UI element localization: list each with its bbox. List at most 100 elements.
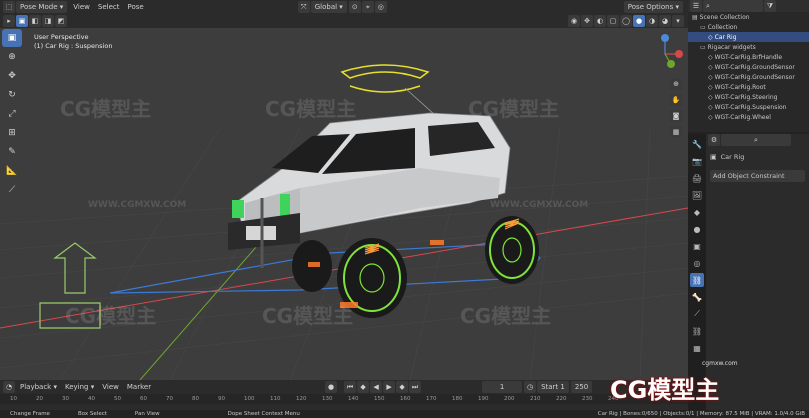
select-invert-icon[interactable]: ◩ <box>55 15 67 27</box>
data-tab-icon[interactable]: 🦴 <box>690 290 704 304</box>
timeline-type-icon[interactable]: ◔ <box>3 381 15 393</box>
grid-view-icon[interactable]: ▦ <box>670 126 682 138</box>
select-subtract-icon[interactable]: ◨ <box>42 15 54 27</box>
timeline-menu-view[interactable]: View <box>98 383 123 391</box>
start-frame-field[interactable]: Start 1 <box>537 381 569 393</box>
jump-start-icon[interactable]: ⏮ <box>344 381 357 393</box>
timeline-menu-marker[interactable]: Marker <box>123 383 155 391</box>
cursor-tool-icon[interactable]: ⊕ <box>2 48 22 66</box>
properties-type-icon[interactable]: ⚙ <box>708 134 720 146</box>
select-mode-icon[interactable]: ▸ <box>3 15 15 27</box>
rotate-tool-icon[interactable]: ↻ <box>2 86 22 104</box>
3d-viewport[interactable]: CG模型主 CG模型主 CG模型主 CG模型主 CG模型主 CG模型主 WWW.… <box>0 28 688 380</box>
outliner-type-icon[interactable]: ☰ <box>690 0 702 12</box>
output-tab-icon[interactable]: 🖨 <box>690 171 704 185</box>
object-icon: ◇ <box>708 73 713 81</box>
next-key-icon[interactable]: ◆ <box>396 381 409 393</box>
scale-tool-icon[interactable]: ⤢ <box>2 105 22 123</box>
object-tab-icon[interactable]: ▣ <box>690 239 704 253</box>
xray-icon[interactable]: ▢ <box>607 15 619 27</box>
outliner-item[interactable]: ▤ Scene Collection <box>688 12 809 22</box>
bone-tool-icon[interactable]: ⟋ <box>2 181 22 199</box>
move-tool-icon[interactable]: ✥ <box>2 67 22 85</box>
menu-select[interactable]: Select <box>94 3 124 11</box>
camera-icon[interactable]: ◙ <box>670 110 682 122</box>
pose-options-dropdown[interactable]: Pose Options ▾ <box>623 1 683 13</box>
outliner-item[interactable]: ◇ Car Rig <box>688 32 809 42</box>
render-tab-icon[interactable]: 📷 <box>690 154 704 168</box>
proportional-icon[interactable]: ◎ <box>374 1 387 13</box>
outliner-item[interactable]: ◇ WGT-CarRig.Root <box>688 82 809 92</box>
bone-tab-icon[interactable]: ⟋ <box>690 307 704 321</box>
measure-tool-icon[interactable]: 📐 <box>2 162 22 180</box>
end-frame-field[interactable]: 250 <box>570 381 593 393</box>
watermark-url: WWW.CGMXW.COM <box>88 200 187 210</box>
zoom-icon[interactable]: ⊕ <box>670 78 682 90</box>
world-tab-icon[interactable]: ● <box>690 222 704 236</box>
outliner-tree: ▤ Scene Collection ▭ Collection ◇ Car Rig ▭… <box>688 12 809 122</box>
shading-render-icon[interactable]: ◕ <box>659 15 671 27</box>
outliner-item[interactable]: ◇ WGT-CarRig.Suspension <box>688 102 809 112</box>
outliner-item-label: Car Rig <box>714 33 737 41</box>
properties-search-input[interactable]: ⌕ <box>721 134 791 146</box>
ruler-tick-label: 120 <box>296 396 307 402</box>
shading-material-icon[interactable]: ◑ <box>646 15 658 27</box>
select-box-icon[interactable]: ▣ <box>16 15 28 27</box>
viewport-nav-buttons: ⊕ ✋ ◙ ▦ <box>670 78 684 138</box>
navigation-gizmo[interactable] <box>645 32 685 72</box>
visibility-icon[interactable]: ◉ <box>568 15 580 27</box>
annotate-tool-icon[interactable]: ✎ <box>2 143 22 161</box>
transform-orientation-dropdown[interactable]: Global ▾ <box>310 1 347 13</box>
scene-tab-icon[interactable]: ◆ <box>690 205 704 219</box>
outliner-item[interactable]: ▭ Collection <box>688 22 809 32</box>
outliner-item[interactable]: ◇ WGT-CarRig.Steering <box>688 92 809 102</box>
add-object-constraint-button[interactable]: Add Object Constraint <box>710 170 805 182</box>
jump-end-icon[interactable]: ⏭ <box>409 381 422 393</box>
menu-view[interactable]: View <box>69 3 94 11</box>
current-frame-field[interactable]: 1 <box>482 381 523 393</box>
timeline-menu-playback[interactable]: Playback ▾ <box>16 383 61 391</box>
watermark-logo: CG模型主 <box>65 304 157 328</box>
mode-dropdown[interactable]: Pose Mode ▾ <box>16 1 68 13</box>
gizmo-icon[interactable]: ✥ <box>581 15 593 27</box>
record-icon[interactable]: ● <box>325 381 338 393</box>
pivot-icon[interactable]: ⊙ <box>348 1 361 13</box>
editor-type-icon[interactable]: ⬚ <box>3 1 15 13</box>
filter-icon[interactable]: ⧩ <box>764 0 776 12</box>
outliner-item[interactable]: ◇ WGT-CarRig.Wheel <box>688 112 809 122</box>
frame-ruler[interactable]: 10 20 30 40 50 60 70 80 90 100 110 120 130 140 150 160 1… <box>0 394 688 404</box>
menu-pose[interactable]: Pose <box>124 3 148 11</box>
transform-tool-icon[interactable]: ⊞ <box>2 124 22 142</box>
texture-tab-icon[interactable]: ▦ <box>690 341 704 355</box>
play-reverse-icon[interactable]: ◀ <box>370 381 383 393</box>
timeline-menu-keying[interactable]: Keying ▾ <box>61 383 98 391</box>
outliner-item[interactable]: ◇ WGT-CarRig.GroundSensor <box>688 62 809 72</box>
outliner-item[interactable]: ◇ WGT-CarRig.BrfHandle <box>688 52 809 62</box>
ruler-tick-label: 40 <box>88 396 95 402</box>
outliner-item[interactable]: ◇ WGT-CarRig.GroundSensor <box>688 72 809 82</box>
object-icon: ◇ <box>708 103 713 111</box>
select-extend-icon[interactable]: ◧ <box>29 15 41 27</box>
play-icon[interactable]: ▶ <box>383 381 396 393</box>
pan-hand-icon[interactable]: ✋ <box>670 94 682 106</box>
object-icon: ◇ <box>708 113 713 121</box>
watermark-logo: CG模型主 <box>262 304 354 328</box>
clock-icon[interactable]: ◷ <box>524 381 537 393</box>
outliner-search-input[interactable]: ⌕ <box>703 0 763 12</box>
outliner-item-label: WGT-CarRig.Steering <box>714 93 778 101</box>
right-headlight <box>280 194 290 216</box>
transform-orientation-icon[interactable]: ⤧ <box>297 1 310 13</box>
constraints-tab-icon[interactable]: ⛓ <box>690 273 704 287</box>
physics-tab-icon[interactable]: ◎ <box>690 256 704 270</box>
shading-wire-icon[interactable]: ◯ <box>620 15 632 27</box>
snap-icon[interactable]: ⌖ <box>361 1 374 13</box>
overlay-icon[interactable]: ◐ <box>594 15 606 27</box>
view-layer-tab-icon[interactable]: 🖼 <box>690 188 704 202</box>
bone-constraint-tab-icon[interactable]: ⛓ <box>690 324 704 338</box>
tool-tab-icon[interactable]: 🔧 <box>690 137 704 151</box>
shading-solid-icon[interactable]: ● <box>633 15 645 27</box>
shading-options-icon[interactable]: ▾ <box>672 15 684 27</box>
outliner-item[interactable]: ▭ Rigacar widgets <box>688 42 809 52</box>
select-box-tool-icon[interactable]: ▣ <box>2 29 22 47</box>
prev-key-icon[interactable]: ◆ <box>357 381 370 393</box>
